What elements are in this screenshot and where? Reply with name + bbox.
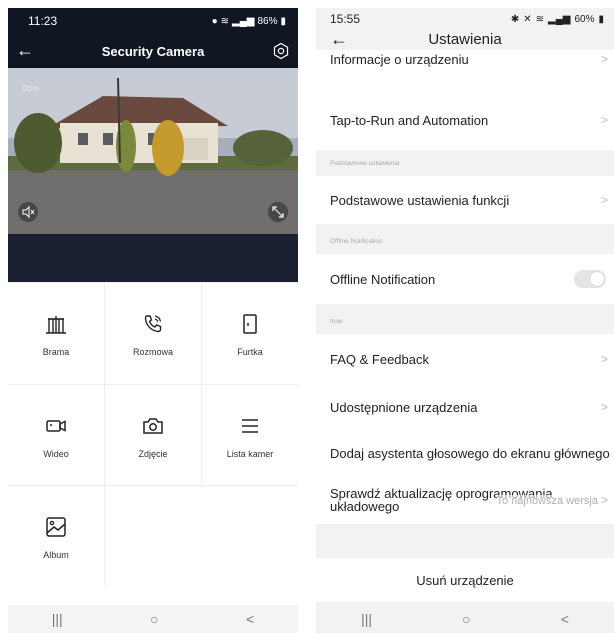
row-label: Udostępnione urządzenia: [330, 399, 478, 415]
list-icon: [242, 418, 258, 433]
video-camera-icon: [46, 419, 66, 432]
section-header-other: Inne: [330, 318, 343, 325]
tile-rozmowa[interactable]: Rozmowa: [105, 283, 201, 384]
row-shared-devices[interactable]: Udostępnione urządzenia >: [316, 384, 614, 430]
row-device-info[interactable]: Informacje o urządzeniu >: [316, 50, 614, 90]
settings-header: ← Ustawienia: [316, 30, 614, 50]
row-basic-settings[interactable]: Podstawowe ustawienia funkcji >: [316, 176, 614, 224]
tile-label: Brama: [42, 346, 70, 357]
chevron-right-icon: >: [600, 193, 608, 207]
row-tap-to-run[interactable]: Tap-to-Run and Automation >: [316, 90, 614, 150]
settings-screen: 15:55 ✱ ✕ ≋ ▂▄▆ 60% ▮ ← Ustawienia Infor…: [316, 8, 614, 633]
section-header-offline: Offline Notification: [330, 238, 383, 245]
tile-label: Furtka: [237, 346, 263, 357]
gate-icon: [46, 315, 66, 334]
row-firmware-update[interactable]: Sprawdź aktualizację oprogramowania ukła…: [316, 476, 614, 524]
bluetooth-icon: ✱: [510, 13, 520, 25]
status-time: 11:23: [28, 14, 58, 28]
page-title: Ustawienia: [428, 31, 502, 48]
tile-label: Album: [43, 549, 69, 560]
status-icons: ✱ ✕ ≋ ▂▄▆ 60% ▮: [511, 14, 604, 25]
section-header-basic: Podstawowe ustawienia: [330, 160, 400, 167]
android-nav-bar: ||| ○ <: [8, 605, 298, 633]
video-overlay-text: Dom: [22, 84, 39, 93]
row-label: Podstawowe ustawienia funkcji: [330, 192, 510, 208]
recent-apps-button[interactable]: |||: [52, 611, 63, 627]
signal-icon: ▂▄▆: [548, 13, 571, 25]
row-label: Dodaj asystenta głosowego do ekranu głów…: [330, 445, 610, 461]
row-label: Tap-to-Run and Automation: [330, 112, 489, 128]
android-nav-bar: ||| ○ <: [316, 605, 614, 633]
chevron-right-icon: >: [600, 52, 608, 66]
row-label: Informacje o urządzeniu: [330, 52, 469, 67]
tile-label: Wideo: [43, 448, 69, 459]
remove-device-button[interactable]: Usuń urządzenie: [316, 558, 614, 602]
action-grid: Brama Rozmowa Furtka Wideo Zdjęcie Lista…: [8, 282, 298, 587]
notification-icon: ●: [211, 15, 218, 27]
firmware-status: To najnowsza wersja: [496, 495, 598, 508]
status-bar: 11:23 ● ≋ ▂▄▆ 86% ▮: [8, 8, 298, 34]
tile-label: Zdjęcie: [138, 448, 168, 459]
phone-call-icon: [144, 314, 162, 332]
status-icons: ● ≋ ▂▄▆ 86% ▮: [212, 16, 286, 27]
battery-icon: ▮: [280, 15, 286, 27]
home-button[interactable]: ○: [462, 611, 470, 627]
image-icon: [46, 516, 66, 537]
mute-icon: ✕: [523, 13, 532, 25]
mute-speaker-icon[interactable]: [18, 202, 38, 222]
nav-back-button[interactable]: <: [246, 611, 254, 627]
camera-icon: [143, 417, 163, 434]
row-offline-notification: Offline Notification: [316, 254, 614, 304]
nav-back-button[interactable]: <: [561, 611, 569, 627]
row-label: FAQ & Feedback: [330, 351, 429, 367]
signal-icon: ▂▄▆: [232, 15, 255, 27]
toggle-knob: [590, 272, 604, 286]
row-faq-feedback[interactable]: FAQ & Feedback >: [316, 334, 614, 384]
chevron-right-icon: >: [600, 492, 608, 507]
fullscreen-icon[interactable]: [268, 202, 288, 222]
camera-app-screen: 11:23 ● ≋ ▂▄▆ 86% ▮ ← Security Camera Do…: [8, 8, 298, 633]
wifi-icon: ≋: [220, 15, 229, 27]
wifi-icon: ≋: [535, 13, 544, 25]
camera-image: [8, 68, 298, 234]
status-time: 15:55: [330, 12, 361, 26]
tile-zdjecie[interactable]: Zdjęcie: [105, 385, 201, 486]
settings-gear-icon[interactable]: [272, 42, 290, 60]
chevron-right-icon: >: [600, 400, 608, 414]
row-voice-assistant[interactable]: Dodaj asystenta głosowego do ekranu głów…: [316, 430, 614, 476]
battery-percent: 60%: [574, 13, 595, 25]
camera-live-view[interactable]: Dom: [8, 68, 298, 234]
row-label: Offline Notification: [330, 271, 436, 287]
back-arrow-icon[interactable]: ←: [330, 30, 348, 48]
remove-device-label: Usuń urządzenie: [416, 572, 514, 588]
battery-percent: 86%: [257, 15, 278, 27]
offline-notification-toggle[interactable]: [574, 270, 606, 288]
tile-label: Lista kamer: [226, 448, 274, 459]
video-controls-band: [8, 234, 298, 282]
tile-lista-kamer[interactable]: Lista kamer: [202, 385, 298, 486]
tile-wideo[interactable]: Wideo: [8, 385, 104, 486]
tile-brama[interactable]: Brama: [8, 283, 104, 384]
chevron-right-icon: >: [600, 113, 608, 127]
back-arrow-icon[interactable]: ←: [16, 41, 34, 59]
app-header: ← Security Camera: [8, 34, 298, 68]
battery-icon: ▮: [598, 13, 604, 25]
chevron-right-icon: >: [600, 352, 608, 366]
recent-apps-button[interactable]: |||: [361, 611, 372, 627]
door-icon: [243, 313, 257, 334]
tile-album[interactable]: Album: [8, 486, 104, 587]
status-bar: 15:55 ✱ ✕ ≋ ▂▄▆ 60% ▮: [316, 8, 614, 30]
home-button[interactable]: ○: [150, 611, 158, 627]
tile-label: Rozmowa: [132, 346, 173, 357]
page-title: Security Camera: [101, 43, 205, 59]
tile-furtka[interactable]: Furtka: [202, 283, 298, 384]
